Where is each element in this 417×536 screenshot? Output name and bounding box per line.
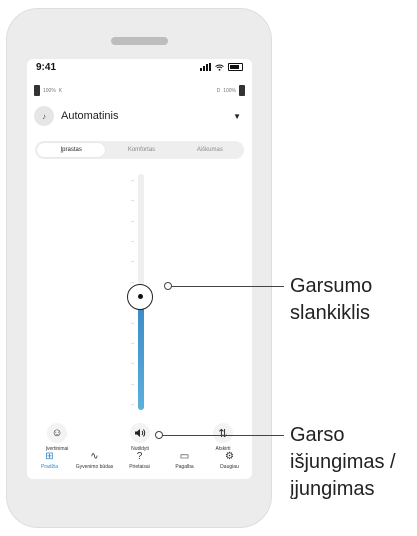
volume-slider-thumb[interactable] (127, 283, 153, 310)
gear-icon: ⚙ (225, 451, 234, 462)
hearing-aid-battery-row: 100% K D 100% (27, 85, 252, 99)
hearing-aid-icon: ? (136, 451, 143, 462)
volume-tick (131, 281, 134, 283)
nav-label: Pradžia (41, 464, 58, 470)
sound-wave-icon: ♪ (34, 106, 54, 126)
wifi-icon (215, 64, 224, 71)
right-side-label: D (216, 87, 221, 94)
program-name: Automatinis (61, 110, 119, 122)
volume-tick (131, 383, 134, 385)
thumb-dot (137, 294, 143, 300)
nav-item-home[interactable]: ⊞ Pradžia (27, 451, 72, 477)
speaker-glyph (135, 429, 146, 437)
app-screen: 9:41 100% K D 100% ♪ Automatinis ▼ Įpras… (27, 59, 252, 479)
separate-button[interactable]: ⇅ Atskirti (198, 423, 248, 452)
activity-icon: ∿ (90, 451, 99, 462)
nav-item-help[interactable]: ▭ Pagalba (162, 451, 207, 477)
callout-line-3: įjungimas (290, 478, 375, 500)
callout-line-1: Garso (290, 424, 345, 446)
volume-tick (131, 180, 134, 181)
smiley-icon: ☺ (47, 423, 67, 443)
nav-item-lifestyle[interactable]: ∿ Gyvenimo būdas (72, 451, 117, 477)
program-selector[interactable]: ♪ Automatinis ▼ (34, 105, 245, 127)
right-battery-level: 100% (223, 87, 236, 94)
segment-normal[interactable]: Įprastas (37, 143, 106, 157)
volume-tick (131, 200, 134, 202)
status-bar: 9:41 (27, 59, 252, 79)
volume-tick (131, 220, 134, 222)
nav-label: Pagalba (175, 464, 194, 470)
right-battery: D 100% (217, 85, 245, 96)
chevron-down-icon[interactable]: ▼ (233, 112, 241, 121)
slider-callout-label: Garsumo slankiklis (290, 273, 372, 327)
volume-tick (131, 363, 134, 365)
segment-clarity[interactable]: Aiškumas (176, 141, 244, 159)
sound-mode-segmented-control: Įprastas Komfortas Aiškumas (35, 141, 244, 159)
nav-label: Daugiau (220, 464, 239, 470)
volume-slider-fill (138, 296, 144, 410)
mute-callout-dot (155, 431, 163, 439)
left-battery-level: 100% (43, 87, 56, 94)
chat-bubble-icon: ▭ (179, 451, 190, 462)
speaker-icon (130, 423, 150, 443)
rate-button[interactable]: ☺ Įvertinimai (32, 423, 82, 452)
left-side-label: K (58, 87, 63, 94)
callout-line-2: išjungimas / (290, 451, 396, 473)
nav-item-more[interactable]: ⚙ Daugiau (207, 451, 252, 477)
segment-comfort[interactable]: Komfortas (107, 141, 175, 159)
volume-tick (131, 342, 134, 344)
phone-battery-icon (228, 63, 243, 71)
slider-callout-line (168, 286, 284, 287)
left-battery: 100% K (34, 85, 62, 96)
battery-icon (34, 85, 40, 96)
status-time: 9:41 (36, 62, 57, 73)
volume-tick (131, 241, 134, 243)
mute-callout-label: Garso išjungimas / įjungimas (290, 422, 396, 503)
mute-callout-line (160, 435, 284, 436)
callout-line-1: Garsumo (290, 275, 373, 297)
volume-tick (131, 322, 134, 324)
volume-tick (131, 261, 134, 263)
phone-speaker (111, 37, 168, 45)
grid-icon: ⊞ (45, 451, 54, 462)
bottom-navigation: ⊞ Pradžia ∿ Gyvenimo būdas ? Prietaisai … (27, 451, 252, 477)
slider-callout-dot (164, 282, 172, 290)
signal-icon (200, 63, 211, 71)
volume-tick (131, 404, 134, 405)
split-sliders-icon: ⇅ (213, 423, 233, 443)
nav-item-devices[interactable]: ? Prietaisai (117, 451, 162, 477)
nav-label: Gyvenimo būdas (75, 464, 114, 470)
status-icons (200, 63, 243, 71)
nav-label: Prietaisai (129, 464, 150, 470)
battery-icon (239, 85, 245, 96)
callout-line-2: slankiklis (290, 302, 371, 324)
